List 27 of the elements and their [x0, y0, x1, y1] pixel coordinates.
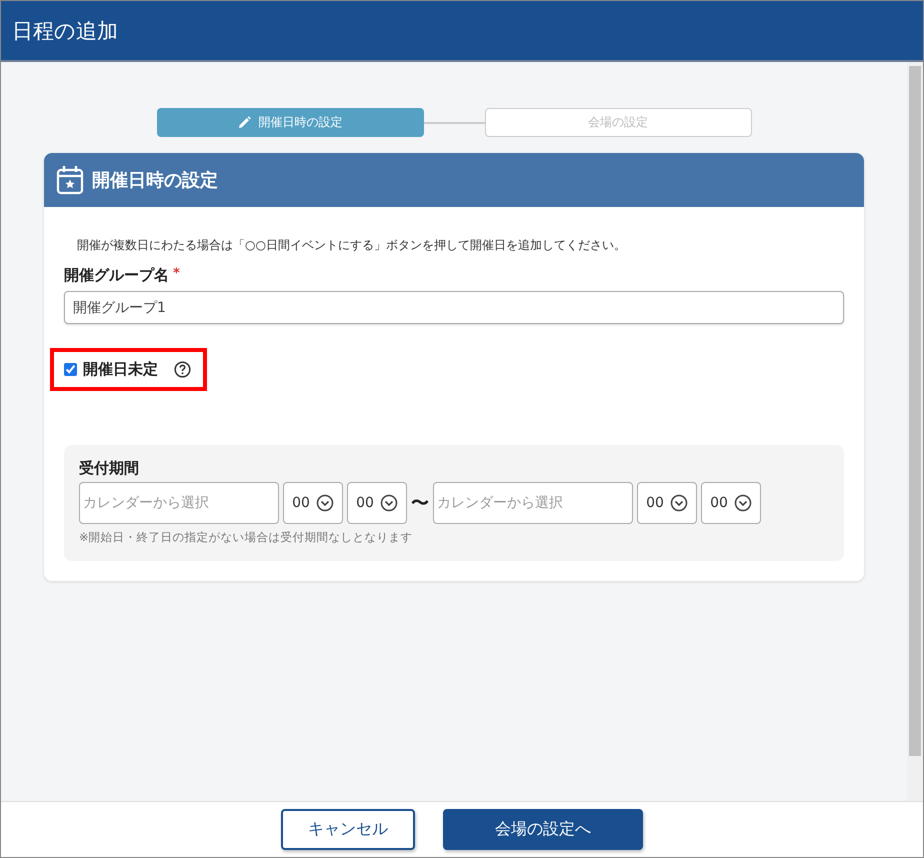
period-label: 受付期間 — [79, 459, 140, 478]
date-field[interactable]: カレンダーから選択 — [433, 482, 633, 524]
date-field[interactable]: カレンダーから選択 — [79, 482, 279, 524]
chevron-down-icon — [380, 494, 398, 512]
chevron-down-icon — [670, 494, 688, 512]
cancel-button[interactable]: キャンセル — [281, 809, 415, 850]
hour-select[interactable]: 00 — [283, 482, 343, 524]
undecided-checkbox[interactable] — [64, 363, 77, 376]
hour-select[interactable]: 00 — [637, 482, 697, 524]
pencil-icon — [238, 116, 250, 129]
calendar-icon — [56, 165, 84, 195]
section-title: 開催日時の設定 — [92, 169, 218, 192]
group-name-field[interactable]: 開催グループ1 — [64, 291, 844, 324]
checkbox-label: 開催日未定 — [83, 360, 158, 379]
period-hint: ※開始日・終了日の指定がない場合は受付期間なしとなります — [79, 530, 414, 545]
chevron-down-icon — [316, 494, 334, 512]
minute-select[interactable]: 00 — [701, 482, 761, 524]
range-separator: 〜 — [411, 492, 429, 515]
field-label: 開催グループ名 — [64, 266, 169, 285]
minute-select[interactable]: 00 — [347, 482, 407, 524]
chevron-down-icon — [734, 494, 752, 512]
scrollbar[interactable] — [907, 62, 923, 801]
help-icon[interactable] — [174, 361, 191, 378]
instruction-text: 開催が複数日にわたる場合は「○○日間イベントにする」ボタンを押して開催日を追加してください。 — [76, 237, 627, 254]
required-mark: * — [173, 266, 180, 283]
window-title: 日程の追加 — [12, 18, 118, 44]
next-button[interactable]: 会場の設定へ — [443, 809, 643, 850]
